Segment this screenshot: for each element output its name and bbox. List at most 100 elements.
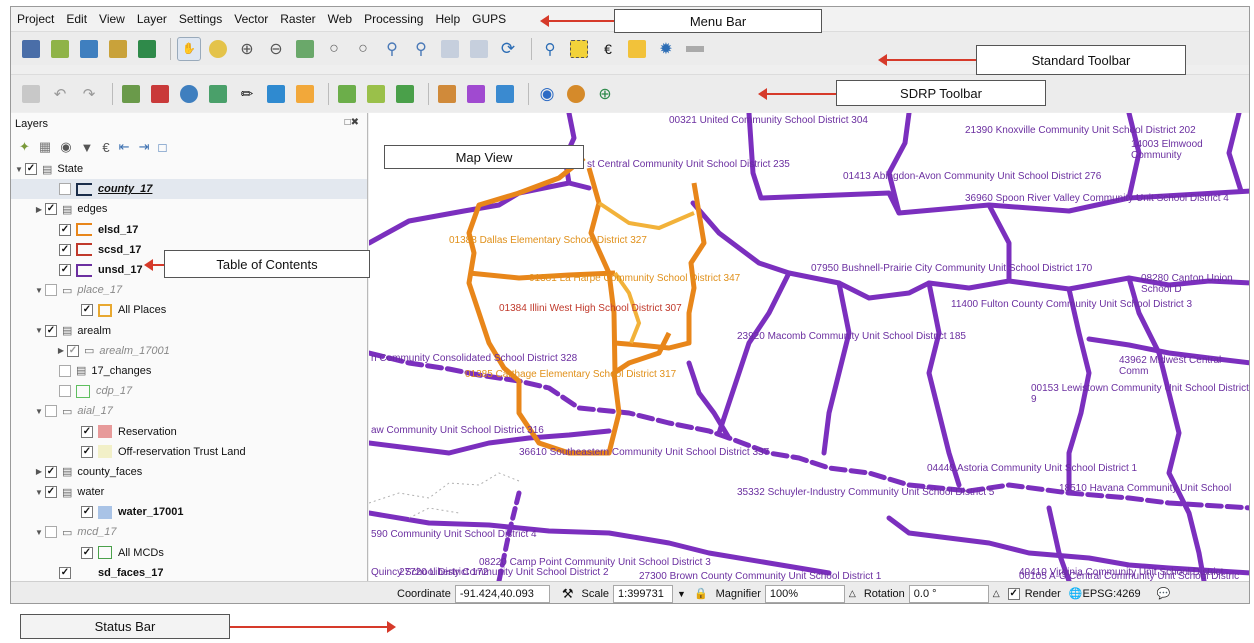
exit-icon[interactable] (135, 37, 159, 61)
crs-label[interactable]: EPSG:4269 (1083, 588, 1141, 600)
expand-all-icon[interactable]: ⇤ (119, 139, 130, 155)
deselect-icon[interactable] (625, 37, 649, 61)
zoom-full-icon[interactable] (293, 37, 317, 61)
remove-layer-icon[interactable]: □ (158, 140, 166, 155)
add-group-icon[interactable]: ▦ (39, 139, 51, 155)
layer-item-elsd17[interactable]: ✓ elsd_17 (11, 220, 367, 240)
expression-filter-icon[interactable]: € (102, 140, 109, 155)
layer-item-reservation[interactable]: ✓ Reservation (11, 421, 367, 441)
crs-globe-icon[interactable]: 🌐 (1069, 587, 1083, 600)
zoom-selection-icon[interactable]: ○ (322, 37, 346, 61)
expand-arrow-icon[interactable]: ▼ (33, 407, 45, 416)
magnifier-spin-icon[interactable]: △ (849, 588, 856, 599)
add-service-icon[interactable]: ⊕ (593, 82, 617, 106)
layer-checkbox[interactable]: ✓ (45, 486, 57, 499)
polygon-tool-icon[interactable] (177, 82, 201, 106)
layer-item-all-mcds[interactable]: ✓ All MCDs (11, 543, 367, 563)
import-icon[interactable] (464, 82, 488, 106)
menu-gups[interactable]: GUPS (472, 12, 506, 26)
layer-checkbox[interactable]: ✓ (25, 163, 37, 176)
expand-arrow-icon[interactable]: ▶ (33, 205, 45, 214)
zoom-in-icon[interactable]: ⊕ (235, 37, 259, 61)
visibility-eye-icon[interactable]: ◉ (60, 139, 71, 155)
layer-checkbox[interactable]: ✓ (45, 465, 57, 478)
processing-gear-icon[interactable]: ✹ (654, 37, 678, 61)
menu-settings[interactable]: Settings (179, 12, 222, 26)
magnifier-field[interactable]: 100% (764, 584, 845, 603)
layer-item-arealm17001[interactable]: ▶ ✓ ▭ arealm_17001 (11, 341, 367, 361)
edit-pencil-icon[interactable] (19, 82, 43, 106)
menu-web[interactable]: Web (328, 12, 352, 26)
brush-icon[interactable] (106, 37, 130, 61)
layer-item-water17001[interactable]: ✓ water_17001 (11, 502, 367, 522)
render-checkbox[interactable]: ✓ (1007, 587, 1020, 600)
layer-checkbox[interactable]: ✓ (59, 243, 71, 256)
expand-arrow-icon[interactable]: ▼ (33, 488, 45, 497)
layer-item-water[interactable]: ▼ ✓ ▤ water (11, 482, 367, 502)
layer-checkbox[interactable] (59, 183, 71, 196)
layer-checkbox[interactable]: ✓ (59, 566, 71, 579)
layer-checkbox[interactable]: ✓ (67, 344, 79, 357)
messages-icon[interactable]: 💬 (1157, 587, 1171, 600)
layer-item-17changes[interactable]: ▤ 17_changes (11, 361, 367, 381)
layout-icon[interactable] (77, 37, 101, 61)
panel-controls[interactable]: □✖ (345, 117, 359, 128)
menu-edit[interactable]: Edit (66, 12, 87, 26)
pan-to-selection-icon[interactable] (206, 37, 230, 61)
expand-arrow-icon[interactable]: ▼ (33, 528, 45, 537)
identify-icon[interactable]: ⚲ (538, 37, 562, 61)
bookmark-show-icon[interactable] (467, 37, 491, 61)
layer-checkbox[interactable]: ✓ (81, 425, 93, 438)
redo-icon[interactable]: ↷ (77, 82, 101, 106)
review-icon[interactable] (364, 82, 388, 106)
delete-line-icon[interactable] (148, 82, 172, 106)
layer-checkbox[interactable] (59, 364, 71, 377)
pan-hand-icon[interactable]: ✋ (177, 36, 201, 61)
menu-raster[interactable]: Raster (280, 12, 315, 26)
globe-icon[interactable]: ◉ (535, 82, 559, 106)
export-icon[interactable] (435, 82, 459, 106)
coordinate-toggle-icon[interactable]: ⚒ (562, 586, 574, 602)
select-features-icon[interactable] (567, 37, 591, 61)
layer-item-all-places[interactable]: ✓ All Places (11, 300, 367, 320)
coordinate-field[interactable]: -91.424,40.093 (454, 584, 550, 603)
undo-icon[interactable]: ↶ (48, 82, 72, 106)
zoom-last-icon[interactable]: ⚲ (380, 37, 404, 61)
layer-checkbox[interactable] (45, 526, 57, 539)
add-line-icon[interactable] (119, 82, 143, 106)
menu-layer[interactable]: Layer (137, 12, 167, 26)
layer-item-county-faces[interactable]: ▶ ✓ ▤ county_faces (11, 462, 367, 482)
map-canvas[interactable]: 00321 United Community School District 3… (369, 113, 1249, 581)
layer-item-edges[interactable]: ▶ ✓ ▤ edges (11, 199, 367, 219)
lock-icon[interactable]: 🔒 (694, 587, 708, 600)
filter-icon[interactable]: ▼ (81, 140, 94, 155)
expand-arrow-icon[interactable]: ▼ (33, 326, 45, 335)
save-icon[interactable] (19, 37, 43, 61)
menu-processing[interactable]: Processing (364, 12, 423, 26)
expand-arrow-icon[interactable]: ▶ (33, 467, 45, 476)
scale-field[interactable]: 1:399731 (613, 584, 674, 603)
layer-checkbox[interactable]: ✓ (45, 203, 57, 216)
rotation-spin-icon[interactable]: △ (993, 588, 1000, 599)
layer-item-cdp17[interactable]: cdp_17 (11, 381, 367, 401)
measure-icon[interactable] (683, 37, 707, 61)
style-manager-icon[interactable] (48, 37, 72, 61)
layer-checkbox[interactable]: ✓ (59, 264, 71, 277)
refresh-icon[interactable]: ⟳ (496, 37, 520, 61)
collapse-all-icon[interactable]: ⇥ (139, 139, 150, 155)
layer-checkbox[interactable] (45, 405, 57, 418)
layer-checkbox[interactable] (59, 385, 71, 398)
tiger-icon[interactable] (564, 82, 588, 106)
layer-item-trust-land[interactable]: ✓ Off-reservation Trust Land (11, 442, 367, 462)
transfer-icon[interactable] (493, 82, 517, 106)
field-calc-icon[interactable]: € (596, 37, 620, 61)
layer-checkbox[interactable] (45, 284, 57, 297)
layer-checkbox[interactable]: ✓ (81, 304, 93, 317)
attribute-edit-icon[interactable] (335, 82, 359, 106)
zoom-next-icon[interactable]: ⚲ (409, 37, 433, 61)
expand-arrow-icon[interactable]: ▼ (13, 165, 25, 174)
merge-icon[interactable] (293, 82, 317, 106)
expand-arrow-icon[interactable]: ▼ (33, 286, 45, 295)
layer-item-arealm[interactable]: ▼ ✓ ▤ arealm (11, 321, 367, 341)
layer-item-county17[interactable]: county_17 (11, 179, 367, 200)
